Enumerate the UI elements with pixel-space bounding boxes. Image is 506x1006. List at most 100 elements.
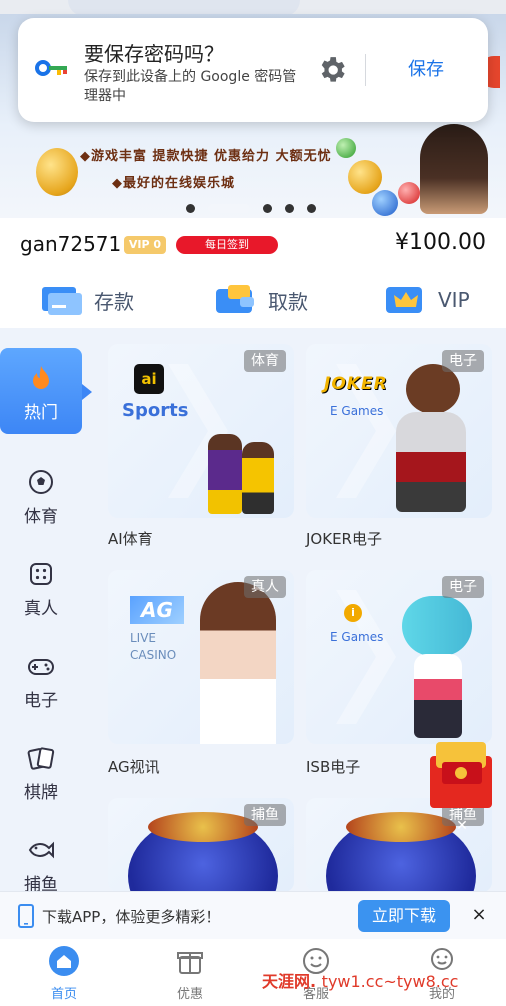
coin-graphic bbox=[36, 148, 78, 196]
gamepad-icon bbox=[28, 659, 54, 675]
card-brand: E Games bbox=[330, 404, 384, 418]
dialog-divider bbox=[365, 54, 366, 86]
coin-graphic bbox=[348, 160, 382, 194]
watermark-cn: 天涯网 bbox=[262, 972, 311, 991]
game-card-fishing[interactable]: 捕鱼 bbox=[306, 798, 492, 892]
sidebar-item-label: 热门 bbox=[24, 403, 58, 423]
ai-logo: ai bbox=[134, 364, 164, 394]
game-card-title: AI体育 bbox=[108, 530, 153, 548]
athlete-image bbox=[208, 434, 242, 514]
carousel-dot[interactable] bbox=[307, 204, 316, 213]
watermark-url: tyw1.cc~tyw8.cc bbox=[321, 972, 459, 991]
flame-icon bbox=[33, 366, 49, 389]
close-red-packet-icon[interactable]: ✕ bbox=[454, 818, 470, 834]
vip-badge: VIP 0 bbox=[124, 236, 166, 254]
category-tag: 真人 bbox=[244, 576, 286, 598]
card-brand: Sports bbox=[122, 400, 189, 421]
red-packet-icon[interactable] bbox=[430, 742, 492, 808]
category-tag: 电子 bbox=[442, 576, 484, 598]
gear-icon[interactable] bbox=[316, 54, 348, 86]
phone-icon bbox=[18, 904, 34, 928]
deposit-button[interactable]: 存款 bbox=[40, 280, 134, 320]
character-body bbox=[396, 412, 466, 512]
key-icon bbox=[35, 60, 67, 76]
fishing-game-image bbox=[346, 812, 456, 842]
sidebar-item-label: 电子 bbox=[24, 691, 58, 711]
username: gan72571 bbox=[20, 232, 122, 256]
lottery-ball bbox=[336, 138, 356, 158]
game-card-ag[interactable]: AG LIVE CASINO 真人 bbox=[108, 570, 294, 744]
withdraw-button[interactable]: 取款 bbox=[214, 280, 308, 320]
status-bar bbox=[0, 0, 506, 16]
home-icon bbox=[49, 946, 79, 976]
game-card-ai-sports[interactable]: ai Sports 体育 bbox=[108, 344, 294, 518]
dice-icon bbox=[30, 563, 52, 585]
chevron-decoration bbox=[336, 590, 396, 724]
dialog-body: 保存到此设备上的 Google 密码管理器中 bbox=[84, 69, 297, 104]
joker-logo: JOKER bbox=[324, 374, 388, 394]
game-card-title: AG视讯 bbox=[108, 758, 160, 776]
crown-icon bbox=[386, 287, 422, 313]
game-card-title: JOKER电子 bbox=[306, 530, 382, 548]
sidebar-item-hot[interactable]: 热门 bbox=[0, 348, 92, 434]
dealer-image bbox=[200, 582, 276, 744]
athlete-image bbox=[242, 442, 274, 514]
sidebar-item-chess[interactable]: 棋牌 bbox=[0, 728, 82, 814]
sidebar-item-label: 体育 bbox=[24, 507, 58, 527]
dialog-title: 要保存密码吗？ bbox=[84, 42, 224, 66]
banner-model-image bbox=[420, 124, 488, 214]
balance-amount: ¥100.00 bbox=[395, 230, 486, 255]
character-head bbox=[402, 596, 472, 656]
carousel-dot[interactable] bbox=[186, 204, 195, 213]
download-app-bar: 下载APP，体验更多精彩！ 立即下载 × bbox=[0, 891, 506, 939]
download-promo-text: 下载APP，体验更多精彩！ bbox=[42, 908, 221, 926]
vip-button[interactable]: VIP bbox=[384, 280, 470, 320]
lottery-ball bbox=[372, 190, 398, 216]
card-icon bbox=[42, 287, 82, 315]
chevron-decoration bbox=[336, 364, 396, 498]
wallet-icon bbox=[216, 285, 254, 313]
card-brand: E Games bbox=[330, 630, 384, 644]
save-password-dialog: 要保存密码吗？ 保存到此设备上的 Google 密码管理器中 保存 bbox=[18, 18, 488, 122]
category-tag: 捕鱼 bbox=[244, 804, 286, 826]
isb-logo-icon: i bbox=[344, 604, 362, 622]
tab-promotions[interactable]: 优惠 bbox=[140, 939, 240, 1006]
sidebar-item-egames[interactable]: 电子 bbox=[0, 636, 82, 722]
game-card-isb[interactable]: i E Games 电子 bbox=[306, 570, 492, 744]
watermark: 天涯网. tyw1.cc~tyw8.cc bbox=[262, 972, 459, 991]
game-card-joker[interactable]: JOKER E Games 电子 bbox=[306, 344, 492, 518]
cards-icon bbox=[27, 747, 55, 770]
daily-signin-button[interactable]: 每日签到 bbox=[176, 236, 278, 254]
banner-text-line: ◆游戏丰富 提款快捷 优惠给力 大额无忧 bbox=[80, 149, 332, 164]
carousel-dot[interactable] bbox=[263, 204, 272, 213]
download-now-button[interactable]: 立即下载 bbox=[358, 900, 450, 932]
sidebar-item-label: 真人 bbox=[24, 599, 58, 619]
sidebar-item-sports[interactable]: 体育 bbox=[0, 452, 82, 538]
action-label: 取款 bbox=[268, 289, 308, 314]
sidebar-item-label: 棋牌 bbox=[24, 783, 58, 803]
action-label: 存款 bbox=[94, 289, 134, 314]
lottery-ball bbox=[398, 182, 420, 204]
close-icon[interactable]: × bbox=[470, 904, 488, 926]
category-sidebar: 热门 体育 真人 电子 棋牌 捕鱼 bbox=[0, 340, 92, 940]
gift-icon bbox=[177, 952, 203, 974]
soccer-ball-icon bbox=[29, 470, 53, 494]
carousel-dot-active[interactable] bbox=[208, 204, 250, 213]
tab-label: 首页 bbox=[50, 987, 77, 1002]
ag-logo: AG bbox=[130, 596, 184, 624]
character-body bbox=[414, 654, 462, 738]
category-tag: 电子 bbox=[442, 350, 484, 372]
tab-label: 优惠 bbox=[176, 987, 203, 1002]
game-card-title: ISB电子 bbox=[306, 758, 361, 776]
tab-home[interactable]: 首页 bbox=[14, 939, 114, 1006]
game-card-fishing[interactable]: 捕鱼 bbox=[108, 798, 294, 892]
card-brand: LIVE CASINO bbox=[130, 631, 177, 662]
category-tag: 体育 bbox=[244, 350, 286, 372]
sidebar-item-live[interactable]: 真人 bbox=[0, 544, 82, 630]
carousel-dots[interactable] bbox=[186, 204, 316, 213]
banner-text-line: ◆最好的在线娱乐城 bbox=[112, 176, 235, 191]
fishing-game-image bbox=[148, 812, 258, 842]
action-label: VIP bbox=[438, 288, 470, 312]
carousel-dot[interactable] bbox=[285, 204, 294, 213]
save-button[interactable]: 保存 bbox=[386, 48, 466, 92]
